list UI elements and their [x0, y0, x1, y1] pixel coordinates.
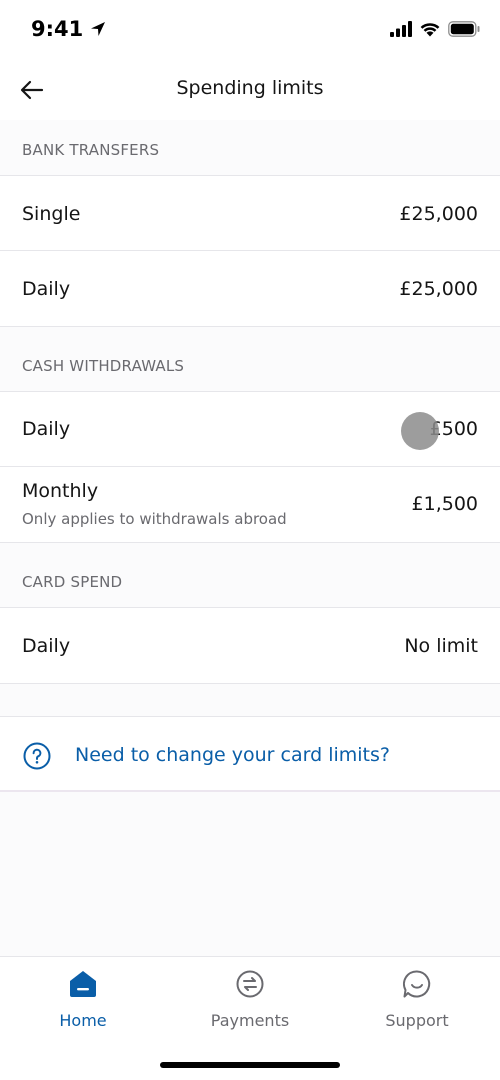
- row-value: £1,500: [411, 493, 478, 515]
- tab-label: Support: [385, 1011, 449, 1030]
- status-icons: [390, 21, 480, 37]
- tab-home[interactable]: Home: [0, 969, 166, 1049]
- row-label: Monthly: [22, 480, 99, 502]
- battery-icon: [448, 21, 480, 37]
- row-label: Daily: [22, 635, 71, 657]
- home-indicator: [160, 1062, 340, 1068]
- row-value: No limit: [404, 635, 478, 657]
- question-circle-icon: [23, 742, 51, 770]
- tab-label: Home: [59, 1011, 107, 1030]
- help-link-text: Need to change your card limits?: [75, 744, 390, 766]
- row-sublabel: Only applies to withdrawals abroad: [22, 510, 287, 528]
- row-label: Daily: [22, 418, 71, 440]
- status-time-label: 9:41: [31, 17, 84, 41]
- limit-row-cash-monthly[interactable]: Monthly Only applies to withdrawals abro…: [0, 467, 500, 543]
- limit-row-bank-single[interactable]: Single £25,000: [0, 176, 500, 251]
- touch-indicator: [401, 412, 439, 450]
- status-bar: 9:41: [0, 0, 500, 62]
- home-icon: [70, 971, 96, 997]
- row-label: Single: [22, 203, 81, 225]
- section-header-card-spend: CARD SPEND: [0, 543, 500, 608]
- tab-payments[interactable]: Payments: [167, 969, 333, 1049]
- limit-row-bank-daily[interactable]: Daily £25,000: [0, 251, 500, 327]
- tab-label: Payments: [210, 1011, 290, 1030]
- location-arrow-icon: [91, 22, 106, 36]
- section-spacer: [0, 684, 500, 716]
- row-value: £25,000: [399, 278, 478, 300]
- tab-support[interactable]: Support: [334, 969, 500, 1049]
- limit-row-card-daily[interactable]: Daily No limit: [0, 608, 500, 684]
- row-value: £25,000: [399, 203, 478, 225]
- status-time: 9:41: [31, 17, 107, 41]
- change-card-limits-link[interactable]: Need to change your card limits?: [0, 716, 500, 792]
- chat-bubble-icon: [402, 970, 431, 998]
- page-title: Spending limits: [176, 77, 324, 99]
- wifi-icon: [420, 23, 440, 37]
- section-title: BANK TRANSFERS: [22, 141, 160, 159]
- transfer-arrows-icon: [236, 970, 264, 998]
- section-title: CASH WITHDRAWALS: [22, 357, 185, 375]
- section-header-cash-withdrawals: CASH WITHDRAWALS: [0, 327, 500, 392]
- row-label: Daily: [22, 278, 71, 300]
- section-title: CARD SPEND: [22, 573, 123, 591]
- section-header-bank-transfers: BANK TRANSFERS: [0, 120, 500, 176]
- navigation-header: Spending limits: [0, 62, 500, 120]
- cellular-signal-icon: [390, 21, 412, 37]
